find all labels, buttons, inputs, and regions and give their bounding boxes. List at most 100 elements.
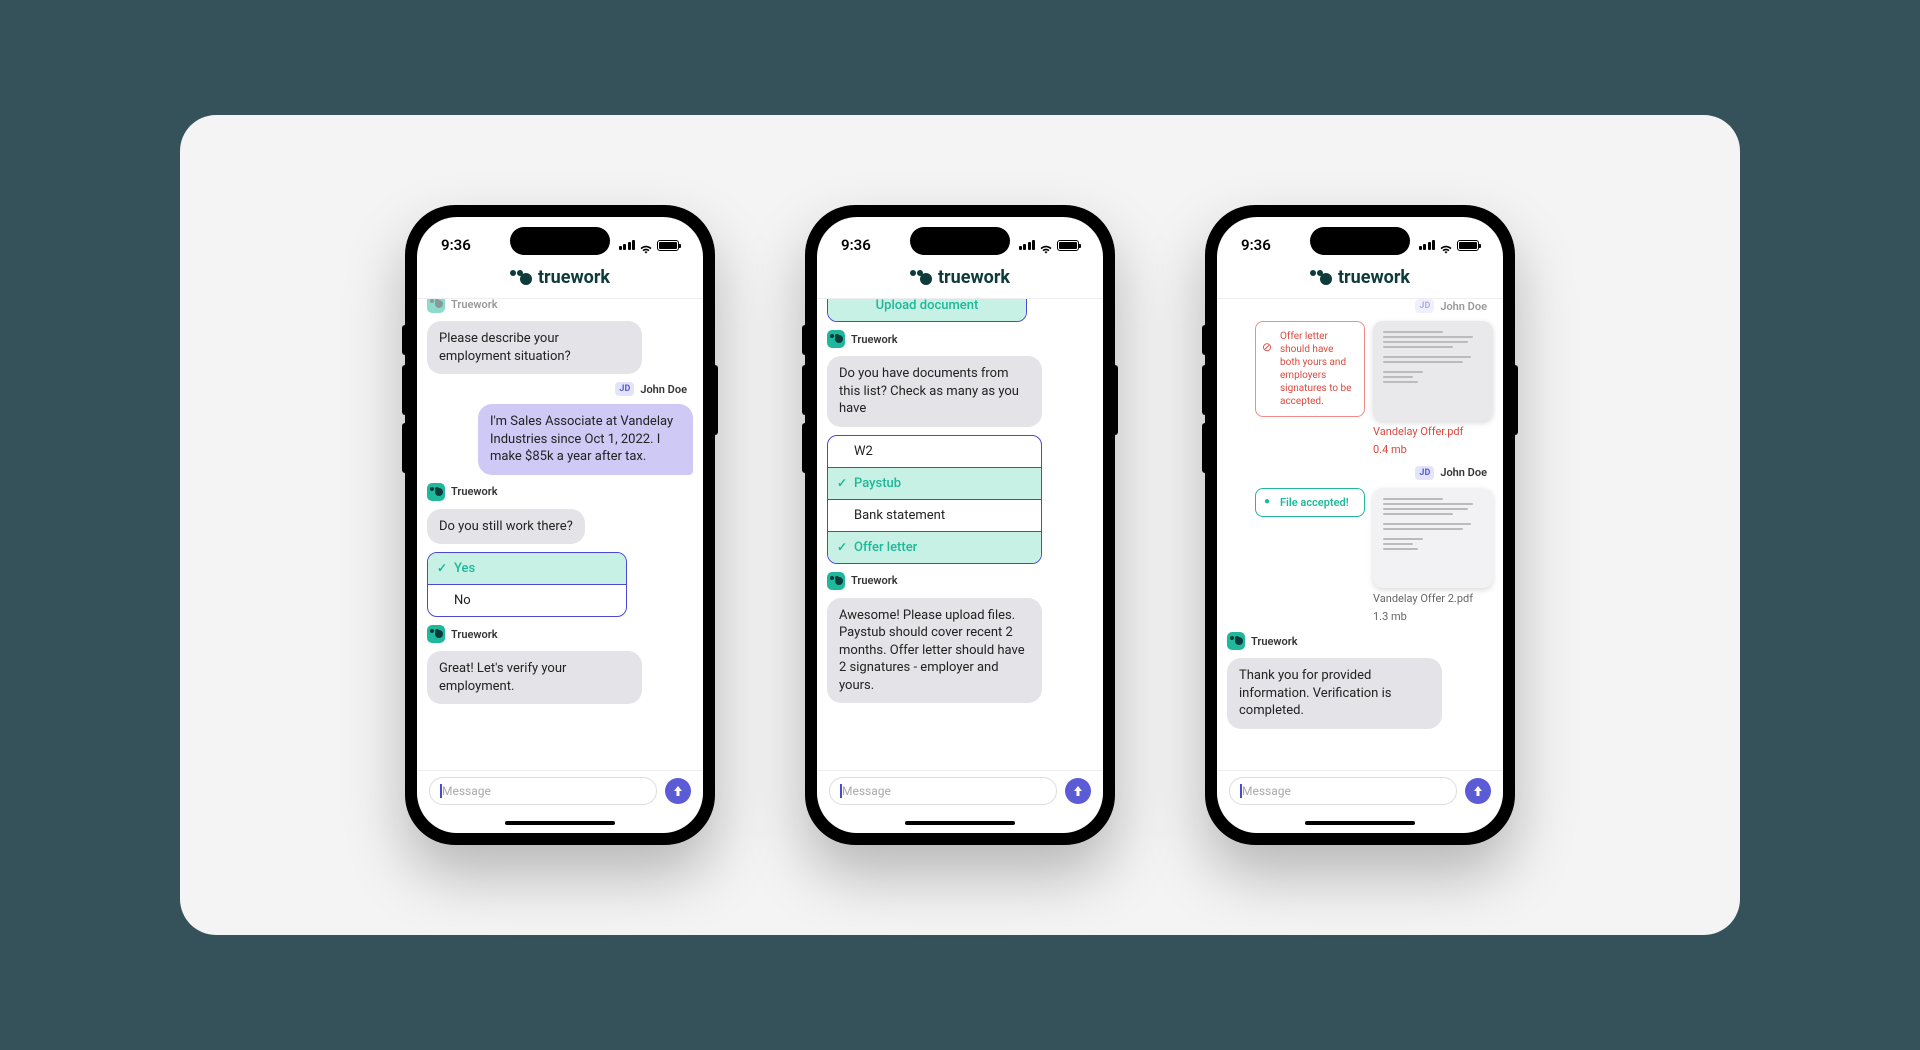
user-message: I'm Sales Associate at Vandelay Industri… — [478, 404, 693, 475]
phone-2: 9:36 truework Upload document Truework — [805, 205, 1115, 845]
arrow-up-icon — [1071, 784, 1085, 798]
option-offer-letter[interactable]: Offer letter — [828, 531, 1041, 563]
phone-1-screen: 9:36 truework Truework Please describe y… — [417, 217, 703, 833]
arrow-up-icon — [671, 784, 685, 798]
brand-name: truework — [1338, 267, 1410, 288]
signal-icon — [619, 240, 636, 250]
sender-truework: Truework — [827, 572, 1093, 590]
document-thumbnail[interactable] — [1373, 321, 1493, 421]
sender-truework: Truework — [427, 625, 693, 643]
status-icons — [619, 240, 680, 251]
sender-user: JD John Doe — [1227, 299, 1493, 313]
brand-bar: truework — [817, 263, 1103, 299]
option-group-yesno: Yes No — [427, 552, 627, 617]
document-column: Vandelay Offer 2.pdf 1.3 mb — [1373, 488, 1493, 625]
wifi-icon — [1039, 240, 1053, 250]
document-thumbnail[interactable] — [1373, 488, 1493, 588]
chat-area: JD John Doe Offer letter should have bot… — [1217, 299, 1503, 770]
wifi-icon — [639, 240, 653, 250]
option-no[interactable]: No — [428, 584, 626, 616]
notch — [510, 227, 610, 255]
sender-label: Truework — [851, 574, 898, 587]
home-indicator — [1217, 813, 1503, 833]
input-bar: Message — [817, 770, 1103, 813]
option-paystub[interactable]: Paystub — [828, 467, 1041, 499]
status-icons — [1019, 240, 1080, 251]
truework-logo-icon — [1310, 270, 1332, 286]
option-w2[interactable]: W2 — [828, 436, 1041, 467]
chat-area: Truework Please describe your employment… — [417, 299, 703, 770]
sender-truework: Truework — [427, 483, 693, 501]
user-avatar-badge: JD — [1415, 466, 1434, 480]
chat-area: Upload document Truework Do you have doc… — [817, 299, 1103, 770]
file-size: 0.4 mb — [1373, 443, 1493, 457]
file-size: 1.3 mb — [1373, 610, 1493, 624]
canvas: 9:36 truework Truework Please describe y… — [180, 115, 1740, 935]
wifi-icon — [1439, 240, 1453, 250]
message-input[interactable]: Message — [1229, 777, 1457, 805]
truework-avatar-icon — [827, 572, 845, 590]
document-options: W2 Paystub Bank statement Offer letter — [827, 435, 1042, 564]
signal-icon — [1419, 240, 1436, 250]
bot-message: Please describe your employment situatio… — [427, 321, 642, 374]
sender-truework: Truework — [427, 299, 693, 313]
option-bank-statement[interactable]: Bank statement — [828, 499, 1041, 531]
upload-row-accepted: File accepted! Vandelay Offer 2.pdf 1.3 … — [1255, 488, 1493, 625]
home-indicator — [817, 813, 1103, 833]
user-label: John Doe — [640, 383, 687, 396]
send-button[interactable] — [1065, 778, 1091, 804]
truework-logo-icon — [510, 270, 532, 286]
truework-avatar-icon — [427, 299, 445, 313]
send-button[interactable] — [1465, 778, 1491, 804]
status-time: 9:36 — [441, 236, 471, 254]
sender-user: JD John Doe — [1227, 466, 1493, 480]
brand-bar: truework — [1217, 263, 1503, 299]
sender-truework: Truework — [827, 330, 1093, 348]
input-bar: Message — [1217, 770, 1503, 813]
input-bar: Message — [417, 770, 703, 813]
message-input[interactable]: Message — [429, 777, 657, 805]
sender-truework: Truework — [1227, 632, 1493, 650]
brand-bar: truework — [417, 263, 703, 299]
sender-label: Truework — [1251, 635, 1298, 648]
accepted-message: File accepted! — [1255, 488, 1365, 517]
phone-1: 9:36 truework Truework Please describe y… — [405, 205, 715, 845]
brand-name: truework — [538, 267, 610, 288]
brand-name: truework — [938, 267, 1010, 288]
bot-message: Thank you for provided information. Veri… — [1227, 658, 1442, 729]
bot-message: Do you have documents from this list? Ch… — [827, 356, 1042, 427]
sender-label: Truework — [451, 299, 498, 311]
phone-2-screen: 9:36 truework Upload document Truework — [817, 217, 1103, 833]
truework-avatar-icon — [827, 330, 845, 348]
battery-icon — [657, 240, 679, 251]
sender-user: JD John Doe — [427, 382, 693, 396]
upload-document-button[interactable]: Upload document — [828, 299, 1026, 321]
sender-label: Truework — [451, 485, 498, 498]
message-input[interactable]: Message — [829, 777, 1057, 805]
status-time: 9:36 — [1241, 236, 1271, 254]
battery-icon — [1057, 240, 1079, 251]
rejection-message: Offer letter should have both yours and … — [1255, 321, 1365, 417]
phone-3: 9:36 truework JD John Doe Offer letter s… — [1205, 205, 1515, 845]
user-label: John Doe — [1440, 300, 1487, 313]
option-yes[interactable]: Yes — [428, 553, 626, 584]
status-icons — [1419, 240, 1480, 251]
truework-avatar-icon — [427, 625, 445, 643]
document-column: Vandelay Offer.pdf 0.4 mb — [1373, 321, 1493, 458]
sender-label: Truework — [851, 333, 898, 346]
notch — [1310, 227, 1410, 255]
notch — [910, 227, 1010, 255]
bot-message: Great! Let's verify your employment. — [427, 651, 642, 704]
upload-button-box: Upload document — [827, 299, 1027, 322]
signal-icon — [1019, 240, 1036, 250]
bot-message: Awesome! Please upload files. Paystub sh… — [827, 598, 1042, 704]
upload-row-rejected: Offer letter should have both yours and … — [1255, 321, 1493, 458]
arrow-up-icon — [1471, 784, 1485, 798]
battery-icon — [1457, 240, 1479, 251]
phone-3-screen: 9:36 truework JD John Doe Offer letter s… — [1217, 217, 1503, 833]
file-name: Vandelay Offer.pdf — [1373, 425, 1493, 439]
user-avatar-badge: JD — [615, 382, 634, 396]
bot-message: Do you still work there? — [427, 509, 585, 545]
send-button[interactable] — [665, 778, 691, 804]
sender-label: Truework — [451, 628, 498, 641]
